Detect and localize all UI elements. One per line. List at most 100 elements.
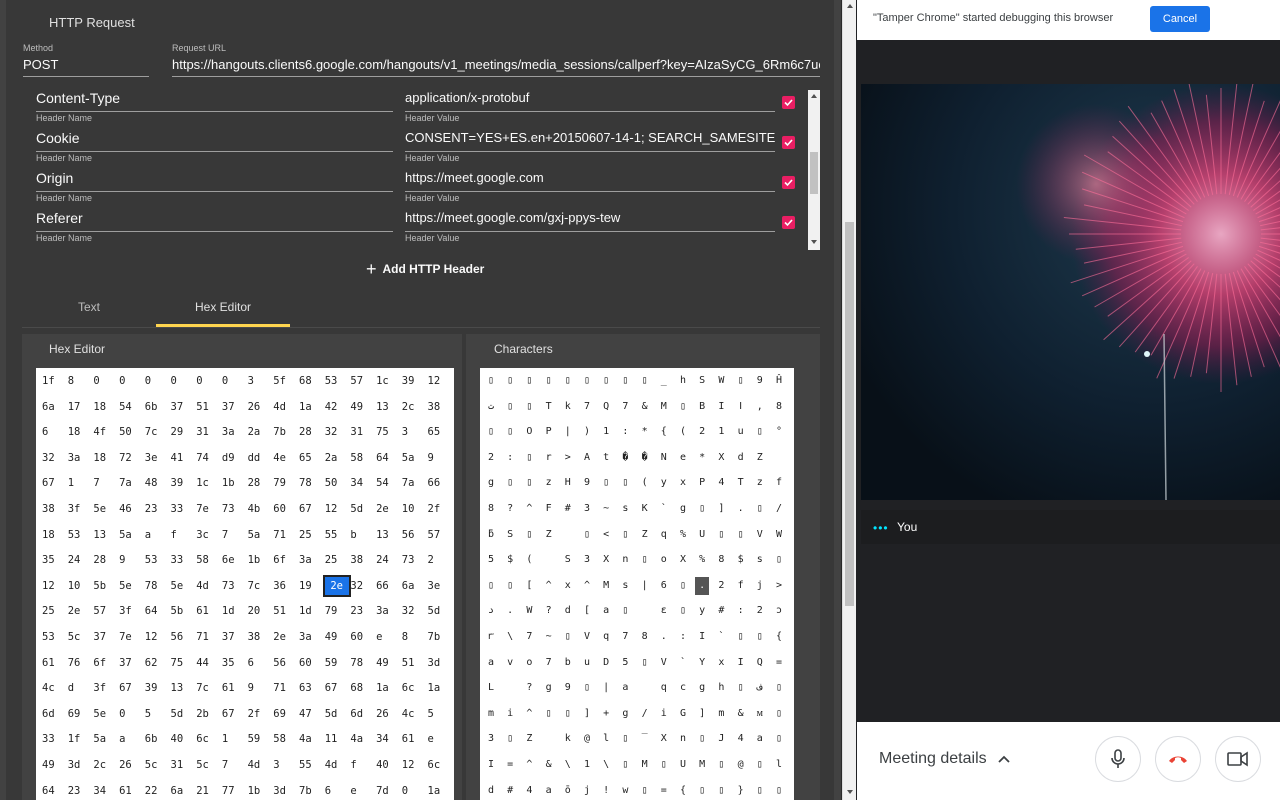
character-cell[interactable]: \ [561,756,575,774]
character-cell[interactable]: q [657,526,671,544]
hex-byte-cell[interactable]: 1d [299,602,323,620]
hex-byte-cell[interactable]: 55 [299,756,323,774]
hex-byte-cell[interactable]: 75 [376,423,400,441]
character-cell[interactable]: ^ [522,705,536,723]
character-cell[interactable]: # [503,782,517,800]
hex-byte-cell[interactable]: 5e [93,705,117,723]
character-cell[interactable]: e [676,449,690,467]
character-cell[interactable]: o [522,654,536,672]
character-cell[interactable]: ▯ [753,628,767,646]
hex-byte-cell[interactable]: 65 [299,449,323,467]
character-cell[interactable]: > [772,577,786,595]
hex-byte-cell[interactable]: 71 [273,526,297,544]
hex-byte-cell[interactable]: 7e [119,628,143,646]
character-cell[interactable]: n [676,730,690,748]
hex-byte-cell[interactable]: 38 [42,500,66,518]
character-cell[interactable]: w [618,782,632,800]
character-cell[interactable]: ▯ [522,372,536,390]
character-cell[interactable]: c [676,679,690,697]
character-cell[interactable]: I [714,398,728,416]
character-cell[interactable]: ▯ [695,730,709,748]
hex-byte-cell[interactable]: 28 [299,423,323,441]
character-cell[interactable]: : [618,423,632,441]
hex-byte-cell[interactable]: 3a [299,628,323,646]
hex-byte-cell[interactable]: 5d [428,602,452,620]
hex-byte-cell[interactable]: 60 [299,654,323,672]
hex-byte-cell[interactable]: 71 [273,679,297,697]
character-cell[interactable]: ▯ [599,372,613,390]
character-cell[interactable]: \ [503,628,517,646]
hex-byte-cell[interactable]: 24 [68,551,92,569]
hex-byte-cell[interactable]: 6e [222,551,246,569]
character-cell[interactable]: 2 [714,577,728,595]
hex-byte-cell[interactable]: 6a [42,398,66,416]
header-name-field[interactable]: Cookie [36,130,80,146]
character-cell[interactable]: V [580,628,594,646]
hex-byte-cell[interactable]: 72 [119,449,143,467]
character-cell[interactable]: ▯ [522,449,536,467]
character-cell[interactable]: ▯ [542,372,556,390]
character-cell[interactable]: 8 [772,398,786,416]
hex-byte-cell[interactable]: 49 [350,398,374,416]
hex-byte-cell[interactable]: 7c [248,577,272,595]
hex-byte-cell[interactable]: 5b [93,577,117,595]
hex-byte-cell[interactable]: 73 [402,551,426,569]
hex-byte-cell[interactable]: 7a [119,474,143,492]
character-cell[interactable]: ▯ [484,577,498,595]
character-cell[interactable]: ▯ [618,602,632,620]
character-cell[interactable]: 9 [753,372,767,390]
character-cell[interactable]: m [714,705,728,723]
hex-byte-cell[interactable]: 5e [93,500,117,518]
hex-byte-cell[interactable]: 63 [299,679,323,697]
hex-byte-cell[interactable]: 5e [119,577,143,595]
character-cell[interactable]: # [714,602,728,620]
hex-byte-cell[interactable]: 18 [42,526,66,544]
hex-byte-cell[interactable]: 46 [119,500,143,518]
hex-byte-cell[interactable]: 13 [93,526,117,544]
character-cell[interactable]: 4 [714,474,728,492]
hex-byte-cell[interactable]: 6c [428,756,452,774]
hex-byte-cell[interactable]: 12 [325,500,349,518]
character-cell[interactable]: y [695,602,709,620]
hex-byte-cell[interactable]: 3d [428,654,452,672]
character-cell[interactable]: : [503,449,517,467]
hex-byte-cell[interactable]: 1f [68,730,92,748]
hex-byte-cell[interactable]: f [171,526,195,544]
hex-byte-cell[interactable]: 12 [428,372,452,390]
hex-byte-cell[interactable]: 1a [428,782,452,800]
tab-text[interactable]: Text [22,292,156,328]
character-cell[interactable]: U [676,756,690,774]
character-cell[interactable]: S [503,526,517,544]
character-cell[interactable]: ▯ [618,730,632,748]
hex-byte-cell[interactable]: 12 [42,577,66,595]
hex-byte-cell[interactable]: 61 [402,730,426,748]
character-cell[interactable]: ▯ [714,782,728,800]
character-cell[interactable]: & [638,398,652,416]
character-cell[interactable]: ▯ [772,782,786,800]
character-cell[interactable]: ▯ [772,551,786,569]
hex-byte-cell[interactable]: 61 [42,654,66,672]
character-cell[interactable]: M [599,577,613,595]
hex-byte-cell[interactable]: 3e [145,449,169,467]
character-cell[interactable]: ] [695,705,709,723]
character-cell[interactable]: X [714,449,728,467]
hex-byte-cell[interactable]: a [145,526,169,544]
character-cell[interactable]: ~ [542,628,556,646]
character-cell[interactable]: ` [714,628,728,646]
hex-byte-cell[interactable]: 3 [402,423,426,441]
hex-byte-cell[interactable]: 39 [402,372,426,390]
character-cell[interactable]: V [657,654,671,672]
hex-byte-cell[interactable]: 28 [93,551,117,569]
character-cell[interactable]: x [676,474,690,492]
character-cell[interactable]: Q [753,654,767,672]
hex-byte-cell[interactable]: 68 [299,372,323,390]
hex-byte-cell[interactable]: 5c [68,628,92,646]
character-cell[interactable]: ▯ [753,423,767,441]
character-cell[interactable]: 2 [484,449,498,467]
hex-byte-cell[interactable]: 11 [325,730,349,748]
hex-byte-cell[interactable]: 53 [145,551,169,569]
page-scrollbar[interactable] [842,0,856,800]
hex-byte-cell[interactable]: 58 [196,551,220,569]
hex-byte-cell[interactable]: 32 [350,577,374,595]
hex-byte-cell[interactable]: 4f [93,423,117,441]
